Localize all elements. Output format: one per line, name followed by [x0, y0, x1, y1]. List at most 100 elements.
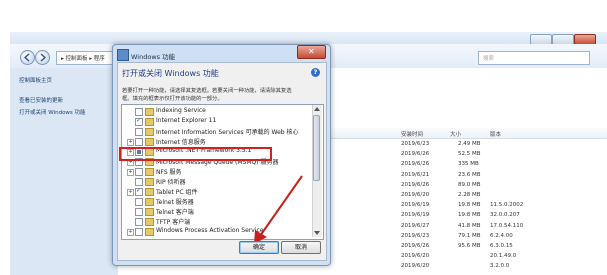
feature-checkbox[interactable]	[135, 168, 143, 176]
folder-icon	[145, 178, 154, 186]
dialog-heading: 打开或关闭 Windows 功能	[122, 69, 219, 78]
program-cell-size: 2.49 MB	[458, 141, 481, 147]
feature-checkbox[interactable]	[135, 108, 143, 116]
feature-checkbox[interactable]	[135, 198, 143, 206]
folder-icon	[145, 198, 154, 206]
program-cell-date: 2019/6/19	[401, 212, 430, 219]
feature-label: Indexing Service	[156, 107, 206, 114]
feature-checkbox[interactable]	[135, 208, 143, 216]
expand-icon[interactable]: +	[127, 229, 134, 236]
window-controls	[530, 34, 600, 45]
program-cell-date: 2019/6/21	[401, 171, 430, 178]
sidebar-link-home[interactable]: 控制面板主页	[19, 76, 52, 84]
sidebar-link-updates[interactable]: 查看已安装的更新	[19, 96, 63, 104]
program-cell-version: 3.2.0.0	[490, 263, 510, 270]
cancel-button[interactable]: 取消	[281, 241, 321, 254]
program-cell-date: 2019/6/19	[401, 202, 430, 209]
folder-icon	[145, 188, 154, 196]
expand-icon[interactable]: +	[127, 189, 134, 196]
feature-label: TFTP 客户端	[156, 219, 191, 226]
program-cell-date: 2019/6/23	[401, 232, 430, 239]
folder-icon	[145, 228, 154, 236]
dialog-description-line2: 框。填充的框表示仅打开该功能的一部分。	[122, 96, 223, 102]
window-titlebar	[10, 32, 607, 44]
feature-label: Internet Information Services 可承载的 Web 核…	[156, 129, 299, 136]
feature-label: Telnet 客户端	[156, 209, 194, 216]
dialog-title: Windows 功能	[131, 53, 176, 61]
program-cell-date: 2019/6/20	[401, 192, 430, 198]
tree-scrollbar-thumb[interactable]	[313, 115, 320, 181]
program-cell-size: 41.8 MB	[458, 222, 481, 229]
feature-label: Tablet PC 组件	[156, 189, 198, 196]
folder-icon	[145, 168, 154, 176]
feature-row[interactable]: Internet Information Services 可承载的 Web 核…	[122, 127, 312, 137]
program-cell-size: 2.28 MB	[458, 192, 481, 198]
feature-checkbox[interactable]	[135, 187, 143, 196]
program-cell-version: 11.5.0.2002	[490, 202, 524, 209]
feature-label: RIP 侦听器	[156, 179, 186, 186]
feature-checkbox[interactable]	[135, 218, 143, 226]
program-cell-size: 19.8 MB	[458, 212, 481, 219]
search-input[interactable]: 搜索	[478, 51, 590, 65]
program-cell-date: 2019/6/20	[401, 263, 430, 270]
feature-checkbox[interactable]	[135, 117, 143, 126]
program-cell-version: 32.0.0.207	[490, 212, 520, 219]
help-icon[interactable]: ?	[311, 68, 320, 77]
column-size[interactable]: 大小	[450, 130, 461, 138]
feature-checkbox[interactable]	[135, 138, 143, 146]
program-cell-size: 79.1 MB	[458, 232, 481, 239]
program-cell-version: 20.1.49.0	[490, 253, 517, 260]
annotation-arrow	[254, 175, 303, 244]
feature-label: Internet Explorer 11	[156, 117, 217, 124]
dialog-description-line1: 若要打开一种功能，请选择其复选框。若要关闭一种功能，请清除其复选	[122, 88, 292, 94]
feature-row[interactable]: Indexing Service	[122, 107, 312, 117]
program-cell-size: 89.0 MB	[458, 181, 481, 188]
feature-checkbox[interactable]	[135, 228, 143, 236]
address-bar[interactable]: ▸ 控制面板 ▸ 程序	[56, 51, 116, 65]
column-version[interactable]: 版本	[490, 130, 501, 138]
highlight-box	[119, 147, 272, 161]
folder-icon	[145, 128, 154, 136]
column-install-date[interactable]: 安装时间	[401, 130, 423, 138]
feature-label: NFS 服务	[156, 169, 182, 176]
expand-icon[interactable]: +	[127, 139, 134, 146]
search-placeholder: 搜索	[483, 56, 495, 62]
feature-row[interactable]: + Internet 信息服务	[122, 137, 312, 147]
scroll-up-icon[interactable]	[314, 107, 320, 111]
scroll-down-icon[interactable]	[314, 231, 320, 235]
program-cell-date: 2019/6/26	[401, 151, 430, 158]
feature-row[interactable]: Internet Explorer 11	[122, 117, 312, 127]
feature-checkbox[interactable]	[135, 128, 143, 136]
program-cell-size: 335 MB	[458, 161, 479, 168]
back-arrow-icon	[24, 53, 30, 62]
folder-icon	[145, 118, 154, 126]
dialog-close-button[interactable]: ✕	[297, 45, 326, 59]
back-button[interactable]	[20, 50, 35, 65]
windows-features-icon	[117, 49, 129, 61]
address-path: ▸ 控制面板 ▸ 程序	[61, 56, 105, 62]
program-cell-version: 6.3.0.15	[490, 243, 513, 249]
program-cell-date: 2019/6/27	[401, 222, 430, 229]
expand-icon[interactable]: +	[127, 169, 134, 176]
folder-icon	[145, 108, 154, 116]
program-cell-date: 2019/6/26	[401, 181, 430, 188]
program-cell-version: 6.2.4.00	[490, 232, 513, 239]
program-cell-size: 19.8 MB	[458, 202, 481, 209]
program-cell-date: 2019/6/26	[401, 243, 430, 249]
sidebar-link-windows-features[interactable]: 打开或关闭 Windows 功能	[19, 108, 86, 116]
feature-label: Telnet 服务器	[156, 199, 194, 206]
close-icon: ✕	[308, 47, 315, 56]
program-cell-size: 52.5 MB	[458, 151, 481, 158]
program-cell-size: 23.6 MB	[458, 171, 481, 178]
feature-label: Internet 信息服务	[156, 139, 206, 146]
folder-icon	[145, 138, 154, 146]
ok-button[interactable]: 确定	[239, 241, 279, 254]
folder-icon	[145, 218, 154, 226]
sidebar: 控制面板主页 查看已安装的更新 打开或关闭 Windows 功能	[10, 68, 118, 275]
feature-checkbox[interactable]	[135, 178, 143, 186]
forward-arrow-icon	[40, 53, 46, 62]
program-cell-date: 2019/6/20	[401, 253, 430, 260]
program-cell-size: 95.6 MB	[458, 243, 481, 249]
program-cell-date: 2019/6/23	[401, 141, 430, 147]
forward-button[interactable]	[35, 50, 50, 65]
